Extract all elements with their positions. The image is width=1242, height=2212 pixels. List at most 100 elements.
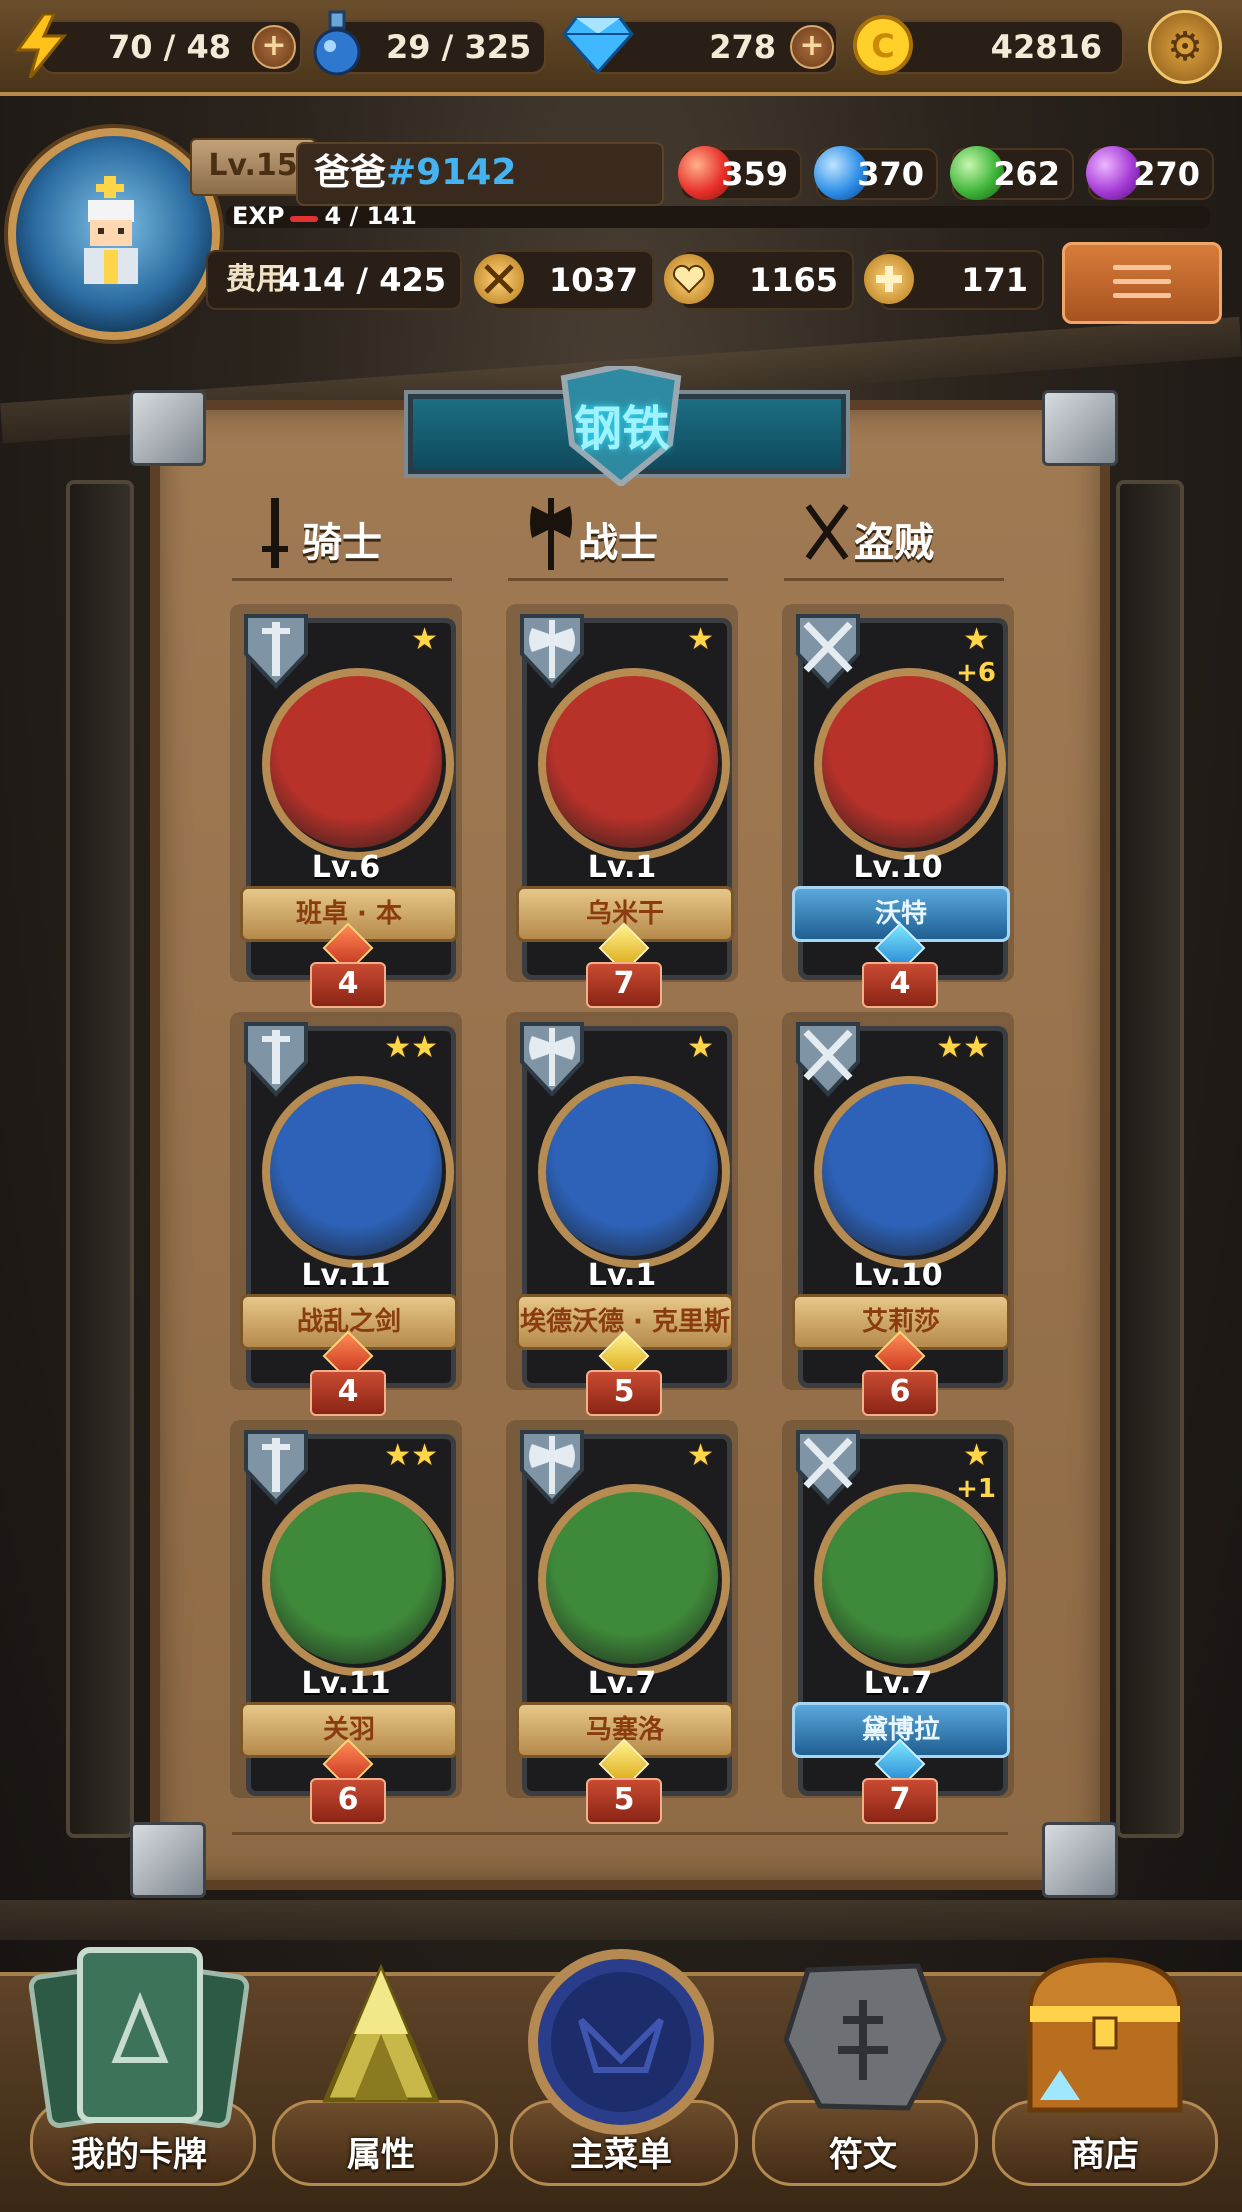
nav-shop[interactable]: 商店 <box>990 1930 1220 2200</box>
warrior-class-icon <box>512 610 592 690</box>
card-cost: 4 <box>862 962 938 1008</box>
character-card[interactable]: ★ Lv.6 班卓 · 本4 <box>230 604 462 1008</box>
column-rogue: 盗贼 <box>805 504 934 570</box>
star-rating: ★ <box>963 1438 990 1473</box>
nav-shop-label: 商店 <box>1071 2135 1139 2175</box>
card-cost: 5 <box>586 1778 662 1824</box>
star-rating: ★ <box>411 622 438 657</box>
nav-main-menu-label: 主菜单 <box>570 2135 672 2175</box>
character-card[interactable]: ★★ Lv.10 艾莉莎 6 <box>782 1012 1014 1416</box>
character-card[interactable]: ★ Lv.1 乌米干 7 <box>506 604 738 1008</box>
column-divider <box>508 578 728 581</box>
heal-value: 171 <box>961 261 1028 299</box>
card-cost: 4 <box>310 962 386 1008</box>
player-name-text: 爸爸 <box>314 152 387 193</box>
portrait-ring <box>814 1076 1006 1268</box>
nav-my-cards[interactable]: 我的卡牌 <box>24 1930 254 2200</box>
column-rogue-label: 盗贼 <box>854 520 934 566</box>
add-gems-button[interactable]: + <box>790 25 834 69</box>
character-card[interactable]: ★ Lv.7 马塞洛 5 <box>506 1420 738 1824</box>
enhance-level: +1 <box>956 1474 996 1504</box>
player-stats: 费用 414 / 425 1037 1165 171 <box>190 250 1050 312</box>
dark-orb-counter: 270 <box>1086 146 1214 200</box>
character-card[interactable]: ★ +1 Lv.7 黛博拉 7 <box>782 1420 1014 1824</box>
card-level: Lv.10 <box>853 850 943 885</box>
card-level: Lv.6 <box>311 850 381 885</box>
cards-icon <box>28 1947 250 2128</box>
cost-value: 414 / 425 <box>278 261 446 299</box>
potion-value: 29 / 325 <box>386 28 532 66</box>
player-tag: #9142 <box>386 152 517 193</box>
cost-label: 费用 <box>226 252 286 308</box>
card-cost: 5 <box>586 1370 662 1416</box>
card-level: Lv.1 <box>587 850 657 885</box>
panel-title: 钢铁 <box>573 401 670 457</box>
coin-icon: C <box>852 14 914 76</box>
svg-text:C: C <box>871 27 894 65</box>
column-knight-label: 骑士 <box>302 520 382 566</box>
column-divider <box>232 578 452 581</box>
panel-left-pillar <box>66 480 134 1838</box>
knight-class-icon <box>236 610 316 690</box>
panel-right-pillar <box>1116 480 1184 1838</box>
card-level: Lv.11 <box>301 1666 391 1701</box>
diamond-icon <box>562 16 634 74</box>
star-rating: ★★ <box>384 1030 438 1065</box>
card-cost: 7 <box>862 1778 938 1824</box>
warrior-class-icon <box>512 1426 592 1506</box>
portrait-ring <box>814 1484 1006 1676</box>
exp-fill <box>290 216 318 222</box>
cross-icon <box>864 254 914 304</box>
panel-corner <box>1042 1822 1118 1898</box>
character-card[interactable]: ★★ Lv.11 战乱之剑 4 <box>230 1012 462 1416</box>
panel-corner <box>130 1822 206 1898</box>
knight-class-icon <box>236 1426 316 1506</box>
gear-icon[interactable]: ⚙ <box>1148 10 1222 84</box>
sword-icon <box>262 498 288 568</box>
nav-my-cards-label: 我的卡牌 <box>71 2135 207 2175</box>
nav-attributes-label: 属性 <box>347 2135 415 2175</box>
nav-attributes[interactable]: 属性 <box>266 1930 496 2200</box>
nav-main-menu[interactable]: 主菜单 <box>506 1930 736 2200</box>
heart-icon <box>664 254 714 304</box>
column-divider <box>784 578 1004 581</box>
player-name: 爸爸#9142 <box>314 144 516 202</box>
card-cost: 7 <box>586 962 662 1008</box>
add-energy-button[interactable]: + <box>252 25 296 69</box>
card-cost: 6 <box>310 1778 386 1824</box>
exp-text: EXP 4 / 141 <box>232 202 417 230</box>
hamburger-icon[interactable] <box>1062 242 1222 324</box>
water-orb-counter: 370 <box>814 146 938 200</box>
column-knight: 骑士 <box>262 498 382 570</box>
portrait-ring <box>814 668 1006 860</box>
cost-stat: 费用 414 / 425 <box>206 250 462 310</box>
enhance-level: +6 <box>956 658 996 688</box>
star-rating: ★★ <box>936 1030 990 1065</box>
character-card[interactable]: ★★ Lv.11 关羽 6 <box>230 1420 462 1824</box>
star-rating: ★★ <box>384 1438 438 1473</box>
card-level: Lv.10 <box>853 1258 943 1293</box>
triforce-icon <box>322 1963 440 2103</box>
star-rating: ★ <box>687 622 714 657</box>
star-rating: ★ <box>687 1438 714 1473</box>
rogue-class-icon <box>788 610 868 690</box>
knight-class-icon <box>236 1018 316 1098</box>
resource-bar: 70 / 48 + 29 / 325 278 + 42816 C ⚙ <box>0 0 1242 96</box>
nature-orb-value: 262 <box>993 155 1060 193</box>
card-level: Lv.7 <box>587 1666 657 1701</box>
player-avatar[interactable] <box>8 128 220 340</box>
fire-orb-counter: 359 <box>678 146 802 200</box>
player-name-bar[interactable]: 爸爸#9142 <box>296 142 664 206</box>
dark-orb-value: 270 <box>1133 155 1200 193</box>
lightning-icon <box>14 14 68 78</box>
avatar-figure <box>84 176 138 284</box>
water-orb-value: 370 <box>857 155 924 193</box>
character-card[interactable]: ★ +6 Lv.10 沃特 4 <box>782 604 1014 1008</box>
character-card[interactable]: ★ Lv.1 埃德沃德 · 克里斯 5 <box>506 1012 738 1416</box>
nav-runes[interactable]: 符文 <box>748 1930 978 2200</box>
health-value: 1165 <box>748 261 838 299</box>
crossed-swords-icon <box>474 254 524 304</box>
treasure-chest-icon <box>1027 1957 1183 2113</box>
exp-value: 4 / 141 <box>324 202 417 230</box>
axe-icon <box>530 498 572 570</box>
